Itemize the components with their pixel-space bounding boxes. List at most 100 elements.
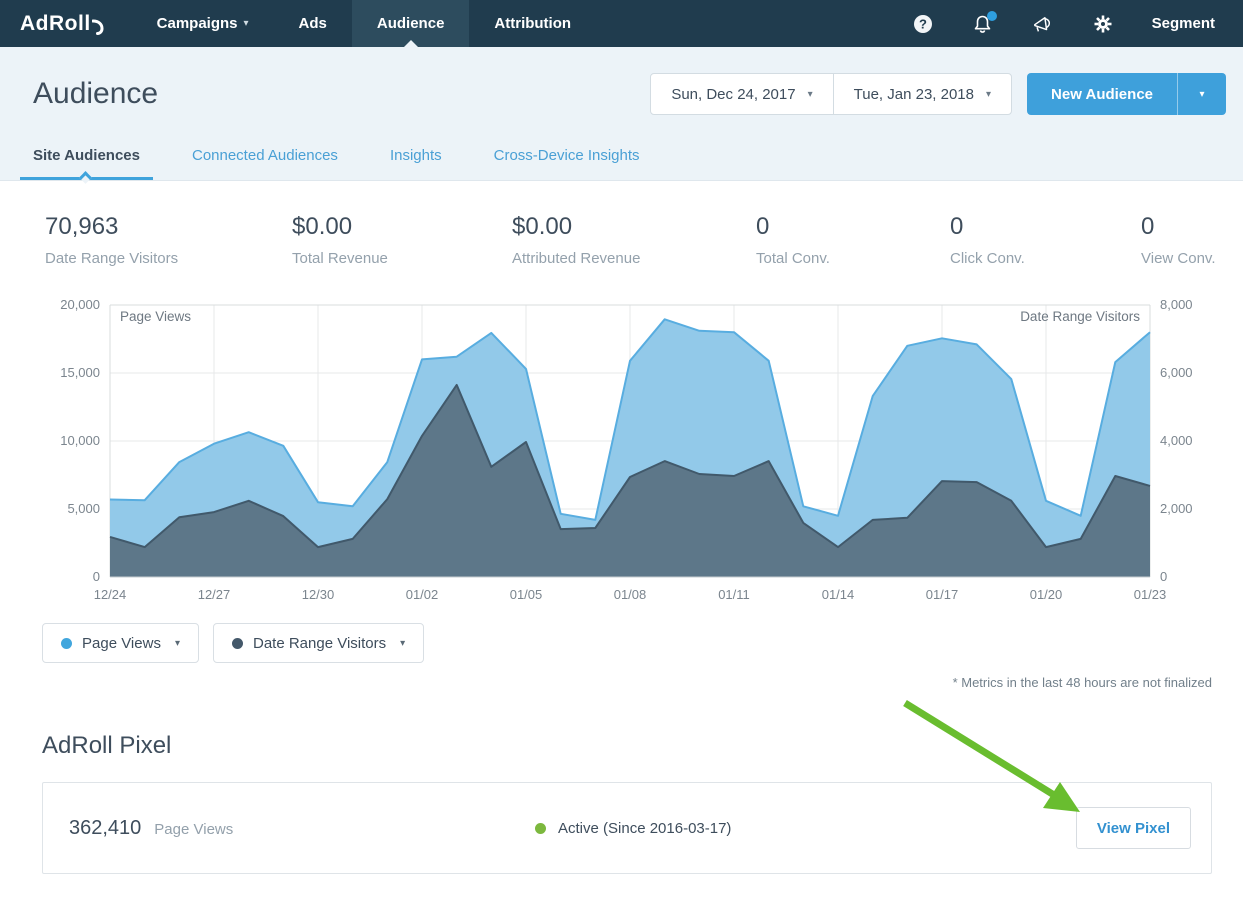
tab-cross-device-insights[interactable]: Cross-Device Insights bbox=[494, 137, 640, 180]
date-end-value: Tue, Jan 23, 2018 bbox=[854, 86, 974, 103]
nav-item-ads-label: Ads bbox=[299, 15, 327, 32]
svg-text:01/17: 01/17 bbox=[926, 587, 959, 602]
svg-text:2,000: 2,000 bbox=[1160, 501, 1193, 516]
date-range-picker: Sun, Dec 24, 2017 ▾ Tue, Jan 23, 2018 ▾ bbox=[650, 73, 1012, 115]
account-menu[interactable]: Segment bbox=[1152, 15, 1215, 32]
tab-site-audiences-label: Site Audiences bbox=[33, 147, 140, 164]
svg-text:01/05: 01/05 bbox=[510, 587, 543, 602]
legend-date-range-visitors-dropdown[interactable]: Date Range Visitors ▾ bbox=[213, 623, 424, 663]
header-controls: Sun, Dec 24, 2017 ▾ Tue, Jan 23, 2018 ▾ … bbox=[650, 73, 1226, 115]
svg-text:20,000: 20,000 bbox=[60, 297, 100, 312]
notification-badge bbox=[987, 11, 997, 21]
svg-text:01/23: 01/23 bbox=[1134, 587, 1167, 602]
stat-value: $0.00 bbox=[512, 213, 756, 241]
new-audience-dropdown-button[interactable]: ▾ bbox=[1177, 73, 1226, 115]
tab-site-audiences[interactable]: Site Audiences bbox=[33, 137, 140, 180]
nav-item-ads[interactable]: Ads bbox=[274, 0, 352, 47]
pixel-status-text: Active (Since 2016-03-17) bbox=[558, 820, 731, 837]
nav-right-icons: ? bbox=[912, 0, 1243, 47]
svg-text:4,000: 4,000 bbox=[1160, 433, 1193, 448]
stat-value: 70,963 bbox=[45, 213, 292, 241]
svg-text:15,000: 15,000 bbox=[60, 365, 100, 380]
metrics-footnote: * Metrics in the last 48 hours are not f… bbox=[0, 675, 1243, 690]
audience-chart: 0 5,000 10,000 15,000 20,000 0 2,000 4,000 6,000… bbox=[0, 289, 1243, 607]
pixel-page-views-stat: 362,410 Page Views bbox=[69, 817, 233, 840]
notifications-icon[interactable] bbox=[972, 13, 994, 35]
pixel-status: Active (Since 2016-03-17) bbox=[535, 820, 731, 837]
svg-text:01/14: 01/14 bbox=[822, 587, 855, 602]
svg-text:10,000: 10,000 bbox=[60, 433, 100, 448]
svg-text:?: ? bbox=[919, 16, 927, 31]
svg-text:6,000: 6,000 bbox=[1160, 365, 1193, 380]
svg-text:12/24: 12/24 bbox=[94, 587, 127, 602]
page-views-dot-icon bbox=[61, 638, 72, 649]
date-range-visitors-dot-icon bbox=[232, 638, 243, 649]
date-start-picker[interactable]: Sun, Dec 24, 2017 ▾ bbox=[651, 74, 832, 114]
stat-label: View Conv. bbox=[1141, 250, 1243, 267]
stat-label: Attributed Revenue bbox=[512, 250, 756, 267]
stats-row: 70,963 Date Range Visitors $0.00 Total R… bbox=[0, 181, 1243, 267]
svg-text:8,000: 8,000 bbox=[1160, 297, 1193, 312]
chevron-down-icon: ▾ bbox=[986, 89, 991, 100]
svg-text:0: 0 bbox=[93, 569, 100, 584]
settings-icon[interactable] bbox=[1092, 13, 1114, 35]
svg-text:Page Views: Page Views bbox=[120, 309, 191, 324]
page-header: Audience Sun, Dec 24, 2017 ▾ Tue, Jan 23… bbox=[0, 47, 1243, 181]
nav-items: Campaigns ▾ Ads Audience Attribution bbox=[132, 0, 596, 47]
date-end-picker[interactable]: Tue, Jan 23, 2018 ▾ bbox=[833, 74, 1011, 114]
announcements-icon[interactable] bbox=[1032, 13, 1054, 35]
legend-label: Date Range Visitors bbox=[253, 635, 386, 652]
stat-value: $0.00 bbox=[292, 213, 512, 241]
new-audience-button[interactable]: New Audience bbox=[1027, 73, 1177, 115]
legend-page-views-dropdown[interactable]: Page Views ▾ bbox=[42, 623, 199, 663]
tab-cross-device-insights-label: Cross-Device Insights bbox=[494, 147, 640, 164]
nav-item-campaigns-label: Campaigns bbox=[157, 15, 238, 32]
audience-tabs: Site Audiences Connected Audiences Insig… bbox=[0, 133, 1243, 180]
help-icon[interactable]: ? bbox=[912, 13, 934, 35]
adroll-pixel-card: 362,410 Page Views Active (Since 2016-03… bbox=[42, 782, 1212, 874]
chart-legend: Page Views ▾ Date Range Visitors ▾ bbox=[0, 623, 1243, 663]
svg-text:01/11: 01/11 bbox=[718, 587, 750, 602]
chevron-down-icon: ▾ bbox=[175, 638, 180, 649]
tab-connected-audiences[interactable]: Connected Audiences bbox=[192, 137, 338, 180]
svg-text:01/20: 01/20 bbox=[1030, 587, 1063, 602]
new-audience-split-button: New Audience ▾ bbox=[1027, 73, 1226, 115]
date-start-value: Sun, Dec 24, 2017 bbox=[671, 86, 795, 103]
status-dot-icon bbox=[535, 823, 546, 834]
view-pixel-button[interactable]: View Pixel bbox=[1076, 807, 1191, 849]
page-title: Audience bbox=[33, 77, 158, 111]
stat-label: Total Revenue bbox=[292, 250, 512, 267]
stat-value: 0 bbox=[756, 213, 950, 241]
stat-label: Date Range Visitors bbox=[45, 250, 292, 267]
nav-item-campaigns[interactable]: Campaigns ▾ bbox=[132, 0, 274, 47]
main-nav: AdRoll Campaigns ▾ Ads Audience Attribut… bbox=[0, 0, 1243, 47]
chevron-down-icon: ▾ bbox=[244, 18, 249, 29]
stat-attributed-revenue: $0.00 Attributed Revenue bbox=[512, 213, 756, 267]
svg-text:Date Range Visitors: Date Range Visitors bbox=[1020, 309, 1140, 324]
svg-text:0: 0 bbox=[1160, 569, 1167, 584]
tab-insights-label: Insights bbox=[390, 147, 442, 164]
stat-value: 0 bbox=[1141, 213, 1243, 241]
adroll-logo[interactable]: AdRoll bbox=[0, 0, 118, 47]
tab-connected-audiences-label: Connected Audiences bbox=[192, 147, 338, 164]
nav-item-attribution-label: Attribution bbox=[494, 15, 571, 32]
legend-label: Page Views bbox=[82, 635, 161, 652]
stat-date-range-visitors: 70,963 Date Range Visitors bbox=[45, 213, 292, 267]
svg-text:5,000: 5,000 bbox=[67, 501, 100, 516]
tab-insights[interactable]: Insights bbox=[390, 137, 442, 180]
stat-click-conv: 0 Click Conv. bbox=[950, 213, 1141, 267]
adroll-logo-hook-icon bbox=[92, 19, 104, 35]
chevron-down-icon: ▾ bbox=[808, 89, 813, 100]
adroll-logo-text: AdRoll bbox=[20, 12, 91, 36]
active-nav-notch bbox=[404, 40, 418, 47]
stat-view-conv: 0 View Conv. bbox=[1141, 213, 1243, 267]
pixel-page-views-label: Page Views bbox=[154, 821, 233, 838]
chevron-down-icon: ▾ bbox=[400, 638, 405, 649]
svg-text:12/30: 12/30 bbox=[302, 587, 335, 602]
stat-value: 0 bbox=[950, 213, 1141, 241]
adroll-pixel-heading: AdRoll Pixel bbox=[42, 732, 1243, 760]
svg-text:01/02: 01/02 bbox=[406, 587, 439, 602]
nav-item-audience[interactable]: Audience bbox=[352, 0, 470, 47]
audience-chart-svg: 0 5,000 10,000 15,000 20,000 0 2,000 4,000 6,000… bbox=[0, 289, 1243, 607]
nav-item-attribution[interactable]: Attribution bbox=[469, 0, 596, 47]
